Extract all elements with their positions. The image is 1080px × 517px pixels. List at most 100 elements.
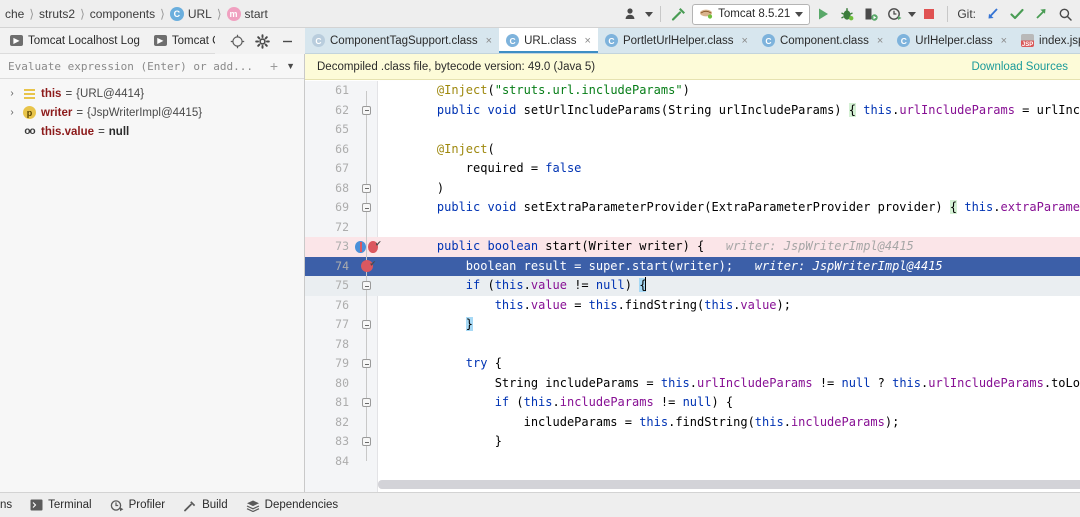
code-line[interactable]: 76 this.value = this.findString(this.val… bbox=[305, 296, 1080, 316]
gutter-cell[interactable] bbox=[355, 452, 378, 472]
bottom-item-truncated[interactable]: ns bbox=[0, 499, 12, 511]
breadcrumb-item-components[interactable]: components bbox=[87, 7, 158, 21]
fold-toggle-icon[interactable] bbox=[362, 320, 371, 329]
chevron-down-icon[interactable] bbox=[795, 12, 803, 17]
editor-tab-portleturlhelper[interactable]: C PortletUrlHelper.class × bbox=[598, 28, 755, 53]
gutter-cell[interactable] bbox=[355, 413, 378, 433]
gutter-cell[interactable] bbox=[355, 101, 378, 121]
editor-tab-url[interactable]: C URL.class × bbox=[499, 28, 598, 53]
gutter-cell[interactable] bbox=[355, 374, 378, 394]
bottom-item-dependencies[interactable]: Dependencies bbox=[246, 499, 339, 512]
execution-point-icon[interactable] bbox=[355, 241, 366, 253]
crosshair-locate-icon[interactable] bbox=[230, 34, 245, 49]
gear-icon[interactable] bbox=[255, 34, 270, 49]
gutter-cell[interactable] bbox=[355, 432, 378, 452]
add-watch-icon[interactable]: + bbox=[264, 58, 284, 74]
profiler-attach-icon[interactable] bbox=[884, 3, 906, 25]
fold-toggle-icon[interactable] bbox=[362, 359, 371, 368]
gutter-cell[interactable] bbox=[355, 393, 378, 413]
variable-row-writer[interactable]: › p writer = {JspWriterImpl@4415} bbox=[0, 103, 304, 122]
close-icon[interactable]: × bbox=[1001, 35, 1007, 47]
git-update-arrow-icon[interactable] bbox=[982, 3, 1004, 25]
code-line[interactable]: 72 bbox=[305, 218, 1080, 238]
expand-toggle[interactable]: › bbox=[6, 88, 18, 99]
code-line[interactable]: 81 if (this.includeParams != null) { bbox=[305, 393, 1080, 413]
run-configuration-selector[interactable]: Tomcat 8.5.21 bbox=[692, 4, 810, 25]
breakpoint-icon[interactable]: ✔ bbox=[361, 260, 373, 272]
close-icon[interactable]: × bbox=[486, 35, 492, 47]
git-push-arrow-icon[interactable] bbox=[1030, 3, 1052, 25]
gutter-cell[interactable] bbox=[355, 218, 378, 238]
breadcrumb-item-che[interactable]: che bbox=[2, 7, 27, 21]
breakpoint-icon[interactable]: ✔ bbox=[368, 241, 379, 253]
expand-toggle[interactable]: › bbox=[6, 107, 18, 118]
gutter-cell[interactable]: ✔ bbox=[355, 237, 378, 257]
gutter-cell[interactable] bbox=[355, 335, 378, 355]
editor-tab-component[interactable]: C Component.class × bbox=[755, 28, 890, 53]
code-line[interactable]: 62 public void setUrlIncludeParams(Strin… bbox=[305, 101, 1080, 121]
download-sources-link[interactable]: Download Sources bbox=[971, 61, 1068, 73]
variable-row-this-value[interactable]: oo this.value = null bbox=[0, 122, 304, 141]
run-with-coverage-icon[interactable] bbox=[860, 3, 882, 25]
gutter-cell[interactable] bbox=[355, 179, 378, 199]
horizontal-scrollbar[interactable] bbox=[378, 480, 1080, 489]
code-line[interactable]: 69 public void setExtraParameterProvider… bbox=[305, 198, 1080, 218]
bottom-item-build[interactable]: Build bbox=[183, 499, 228, 512]
gutter-cell[interactable] bbox=[355, 159, 378, 179]
close-icon[interactable]: × bbox=[742, 35, 748, 47]
fold-toggle-icon[interactable] bbox=[362, 106, 371, 115]
breadcrumb-item-url[interactable]: C URL bbox=[167, 7, 215, 21]
fold-toggle-icon[interactable] bbox=[362, 203, 371, 212]
chevron-down-icon[interactable]: ▼ bbox=[284, 61, 304, 71]
code-line[interactable]: 84 bbox=[305, 452, 1080, 472]
editor-tab-index-jsp[interactable]: JSP index.jsp × bbox=[1014, 28, 1080, 53]
run-play-icon[interactable] bbox=[812, 3, 834, 25]
code-line[interactable]: 66 @Inject( bbox=[305, 140, 1080, 160]
fold-toggle-icon[interactable] bbox=[362, 398, 371, 407]
code-line[interactable]: 77 } bbox=[305, 315, 1080, 335]
bottom-item-profiler[interactable]: Profiler bbox=[110, 499, 165, 512]
close-icon[interactable]: × bbox=[877, 35, 883, 47]
log-tab-tomcat-localhost[interactable]: ▶ Tomcat Localhost Log bbox=[10, 35, 140, 47]
profiler-chevron-down-icon[interactable] bbox=[908, 12, 916, 17]
profile-chevron-down-icon[interactable] bbox=[645, 12, 653, 17]
code-line[interactable]: 68 ) bbox=[305, 179, 1080, 199]
fold-toggle-icon[interactable] bbox=[362, 281, 371, 290]
git-commit-check-icon[interactable] bbox=[1006, 3, 1028, 25]
bottom-item-terminal[interactable]: Terminal bbox=[30, 499, 91, 511]
code-line[interactable]: 65 bbox=[305, 120, 1080, 140]
code-line[interactable]: 73✔ public boolean start(Writer writer) … bbox=[305, 237, 1080, 257]
code-line[interactable]: 67 required = false bbox=[305, 159, 1080, 179]
breadcrumb-item-struts2[interactable]: struts2 bbox=[36, 7, 78, 21]
gutter-cell[interactable] bbox=[355, 198, 378, 218]
fold-toggle-icon[interactable] bbox=[362, 184, 371, 193]
stop-square-icon[interactable] bbox=[918, 3, 940, 25]
gutter-cell[interactable] bbox=[355, 81, 378, 101]
code-line[interactable]: 79 try { bbox=[305, 354, 1080, 374]
hammer-build-icon[interactable] bbox=[668, 3, 690, 25]
breadcrumb-item-start[interactable]: m start bbox=[224, 7, 271, 21]
minimize-icon[interactable] bbox=[280, 34, 295, 49]
editor-tab-urlhelper[interactable]: C UrlHelper.class × bbox=[890, 28, 1014, 53]
close-icon[interactable]: × bbox=[585, 35, 591, 47]
gutter-cell[interactable] bbox=[355, 140, 378, 160]
code-line[interactable]: 78 bbox=[305, 335, 1080, 355]
code-line[interactable]: 80 String includeParams = this.urlInclud… bbox=[305, 374, 1080, 394]
gutter-cell[interactable] bbox=[355, 354, 378, 374]
gutter-cell[interactable]: ✔ bbox=[355, 257, 378, 277]
gutter-cell[interactable] bbox=[355, 315, 378, 335]
user-profile-icon[interactable] bbox=[621, 3, 643, 25]
evaluate-expression-input[interactable]: Evaluate expression (Enter) or add... bbox=[8, 60, 264, 73]
editor-tab-componenttagsupport[interactable]: C ComponentTagSupport.class × bbox=[305, 28, 499, 53]
gutter-cell[interactable] bbox=[355, 276, 378, 296]
debug-bug-icon[interactable] bbox=[836, 3, 858, 25]
code-viewport[interactable]: 61 @Inject("struts.url.includeParams")62… bbox=[305, 81, 1080, 492]
code-line[interactable]: 83 } bbox=[305, 432, 1080, 452]
variable-row-this[interactable]: › this = {URL@4414} bbox=[0, 84, 304, 103]
code-line[interactable]: 75 if (this.value != null) { bbox=[305, 276, 1080, 296]
code-line[interactable]: 61 @Inject("struts.url.includeParams") bbox=[305, 81, 1080, 101]
search-icon[interactable] bbox=[1054, 3, 1076, 25]
gutter-cell[interactable] bbox=[355, 296, 378, 316]
fold-toggle-icon[interactable] bbox=[362, 437, 371, 446]
code-line[interactable]: 82 includeParams = this.findString(this.… bbox=[305, 413, 1080, 433]
